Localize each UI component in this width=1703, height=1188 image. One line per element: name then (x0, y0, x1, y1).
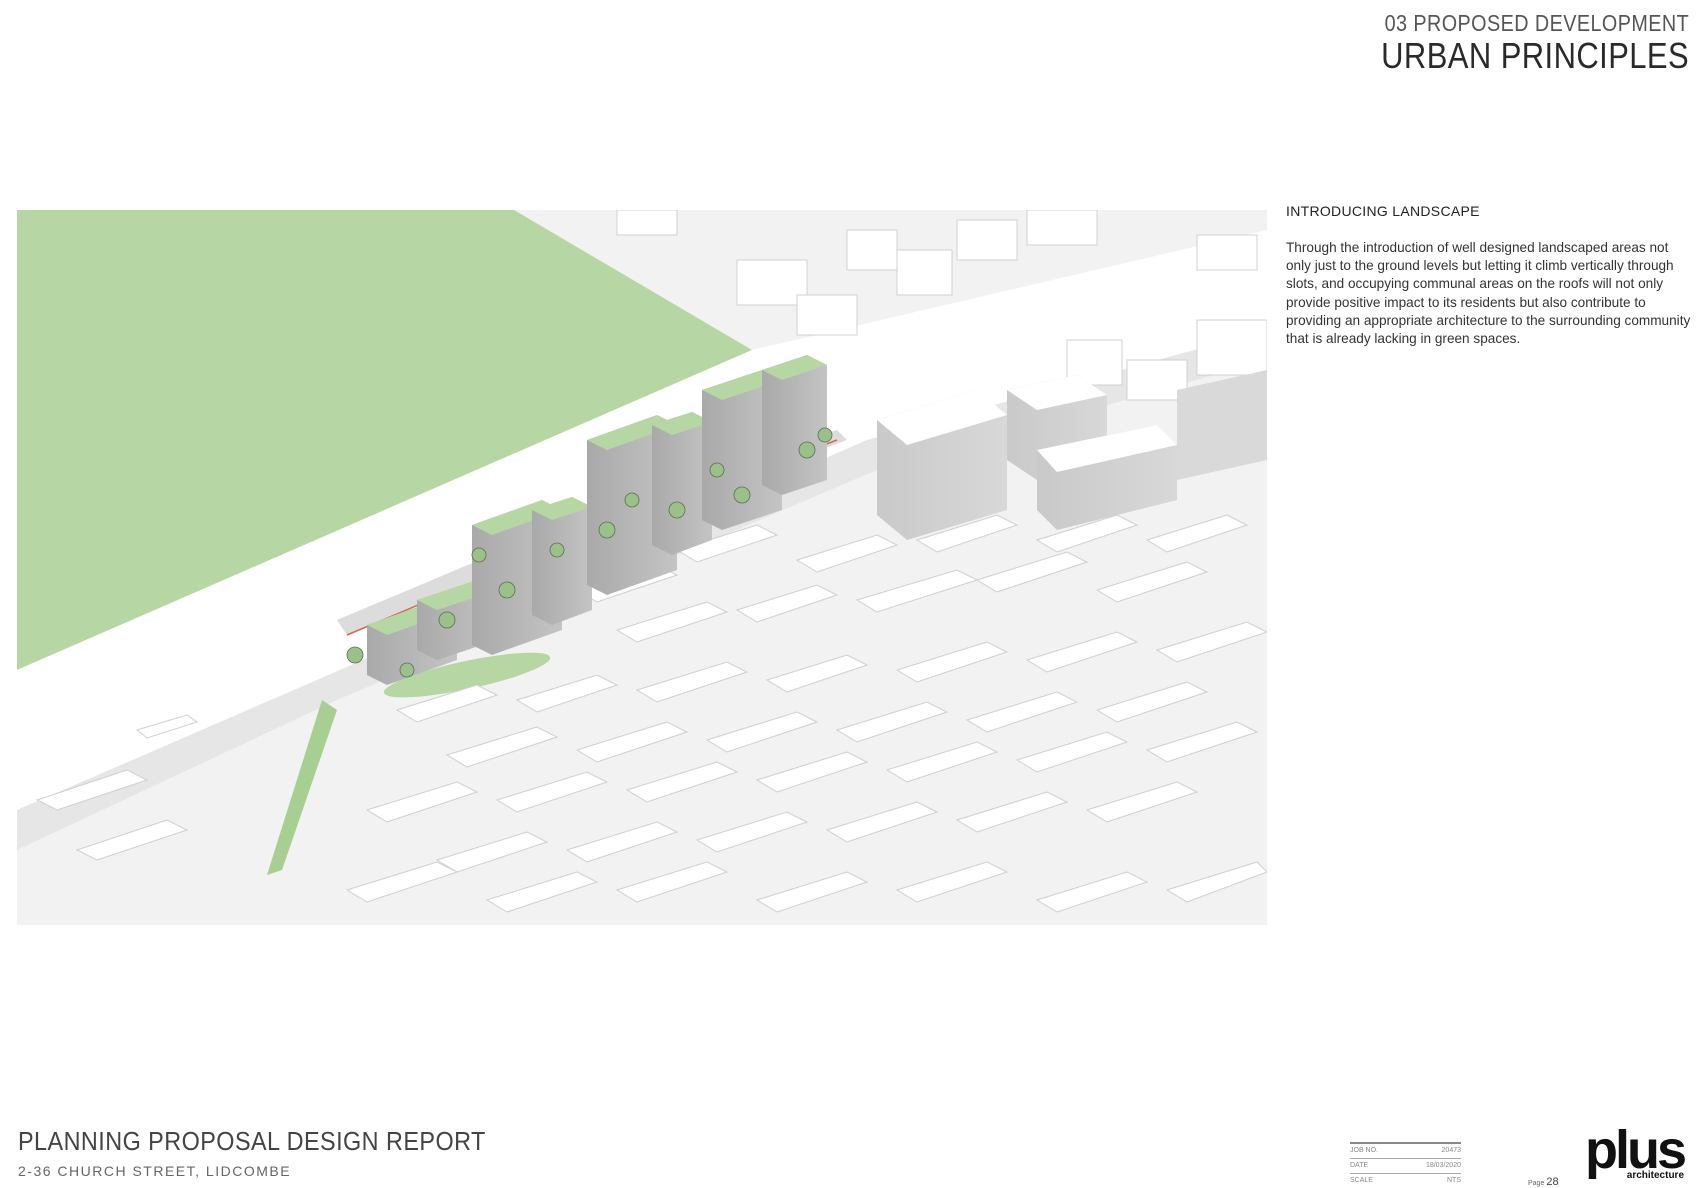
massing-illustration (17, 210, 1267, 925)
project-address: 2-36 CHURCH STREET, LIDCOMBE (18, 1163, 292, 1179)
info-label: JOB NO. (1350, 1147, 1379, 1154)
report-footer: PLANNING PROPOSAL DESIGN REPORT 2-36 CHU… (18, 1126, 538, 1179)
info-value: NTS (1447, 1177, 1461, 1184)
company-logo: plus architecture (1585, 1120, 1687, 1181)
report-title: PLANNING PROPOSAL DESIGN REPORT (18, 1126, 486, 1156)
info-row-scale: SCALE NTS (1350, 1173, 1461, 1188)
info-row-job: JOB NO. 20473 (1350, 1142, 1461, 1158)
section-label: 03 PROPOSED DEVELOPMENT (1384, 10, 1689, 36)
page-number-value: 28 (1546, 1176, 1559, 1188)
info-row-date: DATE 18/03/2020 (1350, 1158, 1461, 1173)
info-value: 20473 (1441, 1147, 1461, 1154)
info-label: DATE (1350, 1162, 1369, 1169)
info-value: 18/03/2020 (1425, 1162, 1461, 1169)
aerial-massing-render (17, 210, 1267, 925)
sidebar-heading: INTRODUCING LANDSCAPE (1286, 203, 1480, 219)
landscape-text-panel: INTRODUCING LANDSCAPE Through the introd… (1286, 203, 1696, 348)
info-label: SCALE (1350, 1177, 1373, 1184)
sidebar-body: Through the introduction of well designe… (1286, 240, 1691, 347)
logo-wordmark: plus (1585, 1120, 1687, 1180)
page-header: 03 PROPOSED DEVELOPMENT URBAN PRINCIPLES (1331, 10, 1689, 75)
page-title: URBAN PRINCIPLES (1381, 35, 1689, 76)
project-info-table: JOB NO. 20473 DATE 18/03/2020 SCALE NTS (1350, 1142, 1461, 1188)
page-number: Page 28 (1528, 1176, 1559, 1188)
